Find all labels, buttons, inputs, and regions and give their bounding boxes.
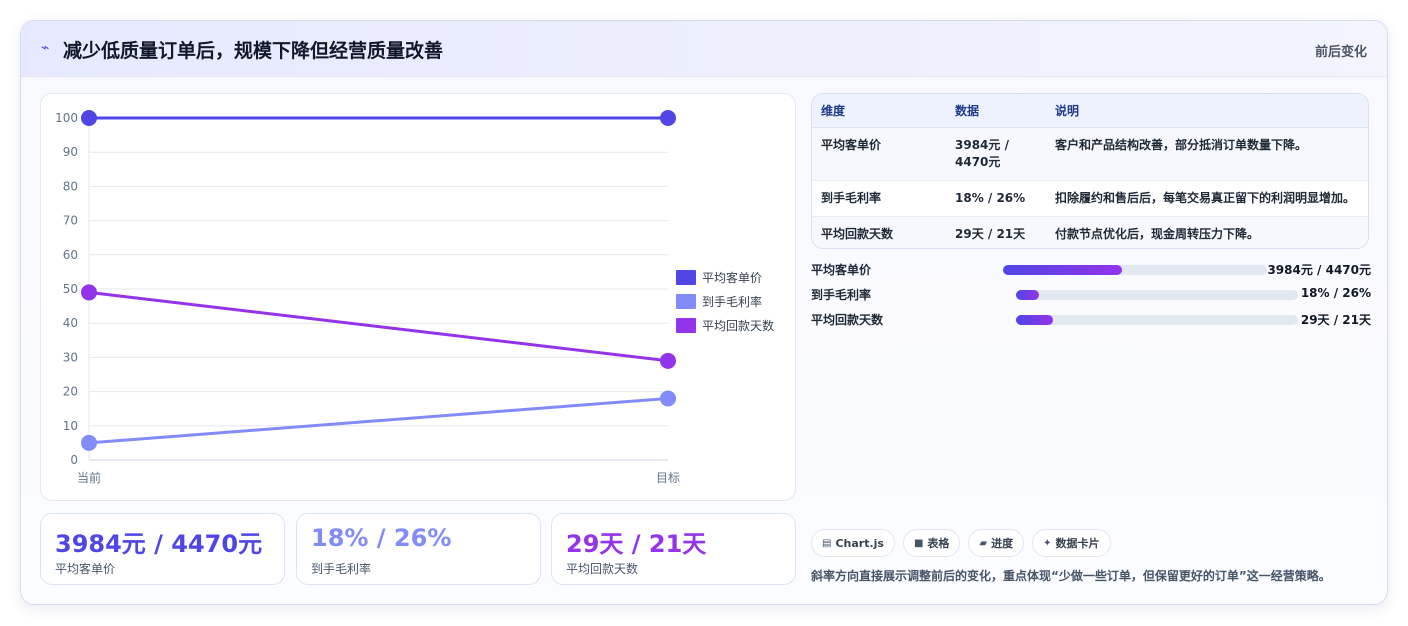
data-point — [660, 390, 676, 407]
table-cell: 付款节点优化后，现金周转压力下降。 — [1055, 226, 1260, 241]
legend-label: 到手毛利率 — [702, 294, 763, 309]
table-cell: 18% / 26% — [955, 190, 1026, 205]
progress-icon: ▰ — [979, 537, 988, 549]
table-header: 维度 — [812, 94, 946, 128]
stat-value: 18% / 26% — [311, 524, 452, 552]
trend-line-icon: ⌁ — [41, 40, 50, 56]
chip-label: 进度 — [991, 537, 1014, 550]
table-cell: 平均回款天数 — [821, 226, 894, 241]
y-tick-label: 90 — [63, 145, 78, 159]
y-tick-label: 50 — [63, 282, 78, 296]
chip-label: Chart.js — [835, 536, 884, 550]
sparkle-icon: ✦ — [1043, 537, 1052, 549]
y-tick-label: 60 — [63, 248, 78, 262]
chart-icon: ▤ — [822, 537, 832, 549]
progress-row-collection: 平均回款天数 29天 / 21天 — [811, 309, 1371, 329]
stat-label: 平均客单价 — [55, 562, 116, 576]
stat-value: 3984元 / 4470元 — [55, 530, 263, 558]
page-title: 减少低质量订单后，规模下降但经营质量改善 — [63, 40, 444, 62]
y-tick-label: 30 — [63, 350, 78, 364]
legend-label: 平均客单价 — [702, 270, 763, 285]
table-header: 数据 — [946, 94, 1046, 128]
chip-chartjs[interactable]: ▤ Chart.js — [811, 529, 895, 557]
y-tick-label: 0 — [70, 453, 78, 467]
data-point — [660, 352, 676, 369]
header-tag: 前后变化 — [1314, 45, 1367, 60]
stat-card-margin: 18% / 26% 到手毛利率 — [296, 513, 541, 585]
progress-fill — [1016, 315, 1053, 325]
table-row: 到手毛利率 18% / 26% 扣除履约和售后后，每笔交易真正留下的利润明显增加… — [812, 180, 1368, 216]
legend-item[interactable]: 平均回款天数 — [676, 314, 774, 336]
table-cell: 到手毛利率 — [821, 190, 882, 205]
progress-label: 到手毛利率 — [811, 288, 872, 302]
x-tick-label: 当前 — [77, 470, 101, 485]
legend-item[interactable]: 到手毛利率 — [676, 290, 774, 312]
table-cell: 3984元 / 4470元 — [955, 137, 1009, 169]
table-cell: 扣除履约和售后后，每笔交易真正留下的利润明显增加。 — [1055, 190, 1356, 205]
y-tick-label: 40 — [63, 316, 78, 330]
progress-track — [1016, 290, 1298, 300]
progress-fill — [1003, 265, 1122, 275]
card-header: ⌁ 减少低质量订单后，规模下降但经营质量改善 前后变化 — [21, 21, 1387, 77]
progress-fill — [1016, 290, 1039, 300]
series-line — [88, 396, 669, 445]
stat-value: 29天 / 21天 — [566, 530, 707, 558]
progress-label: 平均客单价 — [811, 263, 872, 277]
table-cell: 29天 / 21天 — [955, 226, 1026, 241]
chart-legend: 平均客单价到手毛利率平均回款天数 — [676, 266, 774, 338]
table-cell: 平均客单价 — [821, 137, 882, 152]
chip-table[interactable]: ■ 表格 — [902, 529, 961, 557]
legend-item[interactable]: 平均客单价 — [676, 266, 774, 288]
stat-label: 平均回款天数 — [566, 562, 639, 576]
legend-swatch — [676, 317, 696, 333]
y-tick-label: 20 — [63, 385, 78, 399]
progress-value: 18% / 26% — [1300, 286, 1371, 300]
series-line — [88, 290, 669, 363]
progress-value: 3984元 / 4470元 — [1267, 263, 1371, 277]
progress-track — [1003, 265, 1267, 275]
y-tick-label: 70 — [63, 214, 78, 228]
table-icon: ■ — [913, 537, 924, 549]
progress-value: 29天 / 21天 — [1300, 313, 1371, 327]
comparison-table: 维度 数据 说明 平均客单价 3984元 / 4470元 客户和产品结构改善，部… — [811, 93, 1369, 249]
data-point — [81, 284, 97, 301]
chip-progress[interactable]: ▰ 进度 — [968, 529, 1025, 557]
x-tick-label: 目标 — [656, 471, 680, 485]
legend-swatch — [676, 293, 696, 309]
table-header-row: 维度 数据 说明 — [812, 94, 1368, 128]
stat-label: 到手毛利率 — [311, 562, 372, 576]
chip-label: 数据卡片 — [1055, 537, 1100, 550]
y-tick-label: 80 — [63, 179, 78, 193]
table-header: 说明 — [1046, 94, 1368, 128]
progress-label: 平均回款天数 — [811, 313, 884, 327]
progress-row-margin: 到手毛利率 18% / 26% — [811, 284, 1371, 304]
table-row: 平均回款天数 29天 / 21天 付款节点优化后，现金周转压力下降。 — [812, 216, 1368, 248]
stat-card-collection: 29天 / 21天 平均回款天数 — [551, 513, 796, 585]
stat-card-avg-order: 3984元 / 4470元 平均客单价 — [40, 513, 285, 585]
chip-label: 表格 — [927, 537, 950, 550]
y-tick-label: 100 — [55, 111, 78, 125]
y-tick-label: 10 — [63, 419, 78, 433]
summary-card: ⌁ 减少低质量订单后，规模下降但经营质量改善 前后变化 0 10 20 30 40 50 6… — [20, 20, 1388, 605]
table-cell: 客户和产品结构改善，部分抵消订单数量下降。 — [1055, 137, 1308, 152]
progress-track — [1016, 315, 1298, 325]
tech-chips: ▤ Chart.js ■ 表格 ▰ 进度 ✦ 数据卡片 — [811, 529, 1119, 557]
data-point — [81, 110, 97, 126]
data-point — [660, 110, 676, 126]
progress-row-avg-order: 平均客单价 3984元 / 4470元 — [811, 259, 1371, 279]
footnote: 斜率方向直接展示调整前后的变化，重点体现“少做一些订单，但保留更好的订单”这一经… — [811, 569, 1331, 583]
chip-data-cards[interactable]: ✦ 数据卡片 — [1032, 529, 1111, 557]
legend-label: 平均回款天数 — [702, 318, 775, 333]
data-point — [81, 434, 97, 451]
table-row: 平均客单价 3984元 / 4470元 客户和产品结构改善，部分抵消订单数量下降… — [812, 127, 1368, 180]
legend-swatch — [676, 269, 696, 285]
slope-chart: 0 10 20 30 40 50 60 70 80 90 100 当前 目标 平均客单价到手毛利率平均回… — [40, 93, 796, 501]
